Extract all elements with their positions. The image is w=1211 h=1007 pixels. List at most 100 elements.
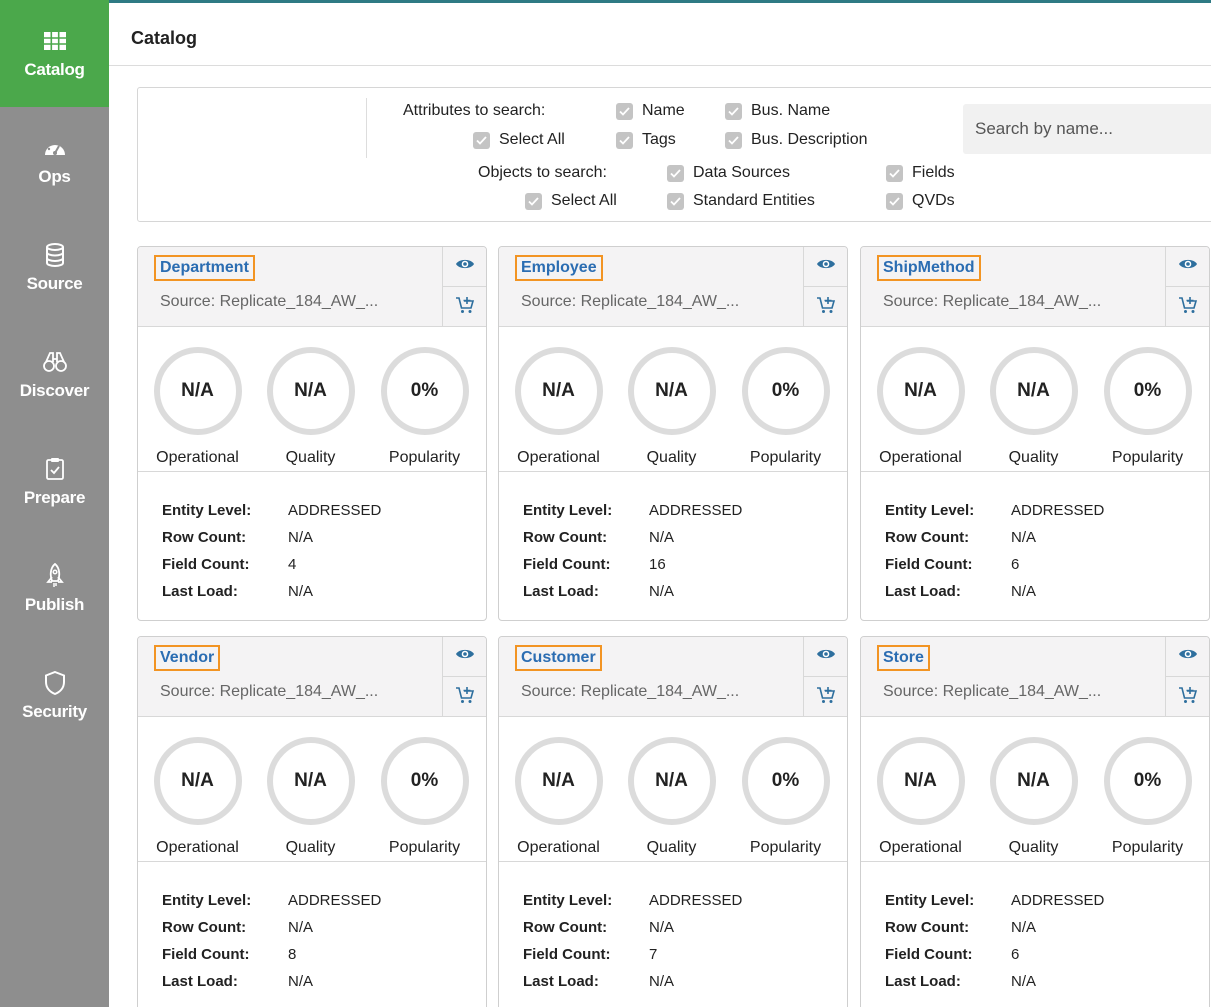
- detail-row-count: Row Count: N/A: [885, 524, 1104, 551]
- checkbox-attr-select-all[interactable]: Select All: [473, 131, 565, 149]
- add-to-cart-button[interactable]: [443, 287, 486, 327]
- metric-label: Operational: [517, 839, 600, 856]
- entity-name-link[interactable]: Department: [154, 255, 255, 281]
- entity-source: Source: Replicate_184_AW_...: [160, 293, 379, 310]
- checkbox-obj-qvds[interactable]: QVDs: [886, 192, 955, 210]
- metric-popularity: 0% Popularity: [1090, 717, 1205, 862]
- entity-source: Source: Replicate_184_AW_...: [521, 683, 740, 700]
- checkbox-attr-name[interactable]: Name: [616, 102, 685, 120]
- detail-value: ADDRESSED: [288, 892, 382, 909]
- detail-key: Row Count:: [523, 529, 608, 546]
- checkbox-obj-fields[interactable]: Fields: [886, 164, 955, 182]
- add-to-cart-button[interactable]: [804, 677, 847, 717]
- sidebar-item-label: Catalog: [24, 59, 85, 79]
- checkbox-checked-icon: [473, 131, 490, 149]
- metric-value: N/A: [876, 737, 965, 825]
- detail-value: ADDRESSED: [649, 502, 743, 519]
- sidebar-item-discover[interactable]: Discover: [0, 321, 109, 428]
- database-icon: [42, 242, 68, 268]
- detail-row-count: Row Count: N/A: [162, 914, 381, 941]
- metric-value: N/A: [514, 347, 603, 435]
- sidebar-item-label: Publish: [24, 594, 85, 614]
- detail-value: N/A: [1011, 973, 1037, 990]
- checkbox-label: Bus. Name: [751, 102, 831, 119]
- entity-card: Employee Source: Replicate_184_AW_... N/…: [498, 246, 848, 621]
- detail-entity-level: Entity Level: ADDRESSED: [523, 497, 742, 524]
- checkbox-obj-select-all[interactable]: Select All: [525, 192, 617, 210]
- sidebar-item-publish[interactable]: Publish: [0, 535, 109, 642]
- add-to-cart-button[interactable]: [1166, 677, 1209, 717]
- entity-name-link[interactable]: Store: [877, 645, 930, 671]
- preview-button[interactable]: [804, 247, 847, 287]
- detail-key: Row Count:: [523, 919, 608, 936]
- checkbox-attr-tags[interactable]: Tags: [616, 131, 676, 149]
- entity-name-link[interactable]: Employee: [515, 255, 603, 281]
- preview-button[interactable]: [443, 247, 486, 287]
- add-to-cart-button[interactable]: [804, 287, 847, 327]
- checkbox-obj-standard-entities[interactable]: Standard Entities: [667, 192, 815, 210]
- detail-key: Row Count:: [885, 919, 970, 936]
- checkbox-attr-bus-description[interactable]: Bus. Description: [725, 131, 868, 149]
- sidebar-item-ops[interactable]: Ops: [0, 107, 109, 214]
- cart-add-icon: [816, 685, 836, 710]
- detail-key: Entity Level:: [523, 502, 613, 519]
- checkbox-label: Data Sources: [693, 164, 790, 181]
- search-input[interactable]: [963, 104, 1211, 154]
- card-details: Entity Level: ADDRESSED Row Count: N/A Fie…: [523, 887, 742, 995]
- entity-name-link[interactable]: ShipMethod: [877, 255, 981, 281]
- sidebar-item-source[interactable]: Source: [0, 214, 109, 321]
- detail-field-count: Field Count: 16: [523, 551, 742, 578]
- detail-entity-level: Entity Level: ADDRESSED: [162, 887, 381, 914]
- add-to-cart-button[interactable]: [1166, 287, 1209, 327]
- card-metrics: N/A Operational N/A Quality 0% Popularit…: [499, 327, 847, 472]
- card-actions: [803, 247, 847, 327]
- metric-operational: N/A Operational: [501, 327, 616, 472]
- cart-add-icon: [816, 295, 836, 320]
- metric-value: 0%: [380, 737, 469, 825]
- sidebar-item-label: Ops: [38, 166, 71, 186]
- detail-key: Row Count:: [885, 529, 970, 546]
- metric-popularity: 0% Popularity: [728, 717, 843, 862]
- metric-label: Operational: [156, 839, 239, 856]
- add-to-cart-button[interactable]: [443, 677, 486, 717]
- preview-button[interactable]: [1166, 247, 1209, 287]
- metric-quality: N/A Quality: [253, 327, 368, 472]
- metric-label: Quality: [285, 449, 336, 466]
- card-details: Entity Level: ADDRESSED Row Count: N/A Fie…: [162, 497, 381, 605]
- detail-value: N/A: [649, 583, 675, 600]
- checkbox-label: Select All: [551, 192, 617, 209]
- sidebar-item-prepare[interactable]: Prepare: [0, 428, 109, 535]
- entity-name-link[interactable]: Vendor: [154, 645, 221, 671]
- checkbox-label: Standard Entities: [693, 192, 815, 209]
- grid-icon: [42, 28, 68, 54]
- preview-button[interactable]: [443, 637, 486, 677]
- metric-label: Operational: [879, 449, 962, 466]
- binoculars-icon: [42, 349, 68, 375]
- detail-key: Field Count:: [523, 946, 611, 963]
- checkbox-label: QVDs: [912, 192, 955, 209]
- entity-name-link[interactable]: Customer: [515, 645, 602, 671]
- detail-value: N/A: [1011, 919, 1037, 936]
- checkbox-checked-icon: [616, 131, 633, 149]
- entity-card: Customer Source: Replicate_184_AW_... N/…: [498, 636, 848, 1007]
- checkbox-checked-icon: [886, 164, 903, 182]
- detail-value: N/A: [649, 919, 675, 936]
- preview-button[interactable]: [1166, 637, 1209, 677]
- metric-label: Popularity: [749, 449, 822, 466]
- eye-icon: [1178, 257, 1198, 276]
- detail-value: 7: [649, 946, 658, 963]
- checkbox-obj-data-sources[interactable]: Data Sources: [667, 164, 790, 182]
- metric-popularity: 0% Popularity: [367, 327, 482, 472]
- metric-operational: N/A Operational: [863, 327, 978, 472]
- sidebar-item-catalog[interactable]: Catalog: [0, 0, 109, 107]
- cart-add-icon: [1178, 295, 1198, 320]
- metric-label: Quality: [646, 839, 697, 856]
- detail-last-load: Last Load: N/A: [523, 968, 742, 995]
- entity-card: Department Source: Replicate_184_AW_... …: [137, 246, 487, 621]
- metric-value: N/A: [989, 347, 1078, 435]
- checkbox-attr-bus-name[interactable]: Bus. Name: [725, 102, 830, 120]
- card-metrics: N/A Operational N/A Quality 0% Popularit…: [861, 717, 1209, 862]
- entity-source: Source: Replicate_184_AW_...: [160, 683, 379, 700]
- sidebar-item-security[interactable]: Security: [0, 642, 109, 749]
- preview-button[interactable]: [804, 637, 847, 677]
